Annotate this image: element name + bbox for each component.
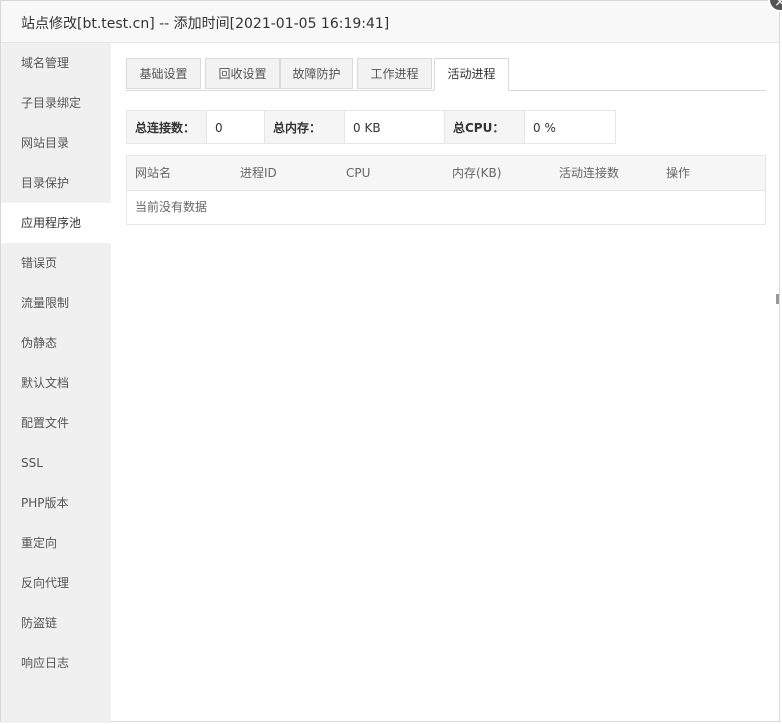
- tab-bar: 基础设置 回收设置 故障防护 工作进程 活动进程: [126, 58, 766, 91]
- sidebar-item-config-file[interactable]: 配置文件: [1, 403, 111, 443]
- sidebar-item-traffic-limit[interactable]: 流量限制: [1, 283, 111, 323]
- table-header: 网站名 进程ID CPU 内存(KB) 活动连接数 操作: [127, 156, 765, 191]
- sidebar-item-ssl[interactable]: SSL: [1, 443, 111, 483]
- column-header-cpu[interactable]: CPU: [346, 156, 370, 190]
- sidebar-item-response-log[interactable]: 响应日志: [1, 643, 111, 683]
- main-panel: 基础设置 回收设置 故障防护 工作进程 活动进程 总连接数： 0 总内存： 0 …: [111, 43, 779, 723]
- sidebar-item-directory-protection[interactable]: 目录保护: [1, 163, 111, 203]
- sidebar-item-hotlink-protection[interactable]: 防盗链: [1, 603, 111, 643]
- sidebar-item-php-version[interactable]: PHP版本: [1, 483, 111, 523]
- column-header-process-id[interactable]: 进程ID: [240, 156, 277, 190]
- total-memory-label: 总内存：: [264, 110, 345, 144]
- total-cpu-value: 0 %: [524, 110, 616, 144]
- tab-recycle-settings[interactable]: 回收设置: [205, 58, 280, 89]
- sidebar-item-app-pool[interactable]: 应用程序池: [1, 203, 111, 243]
- total-connections-value: 0: [206, 110, 265, 144]
- sidebar-item-subdirectory-binding[interactable]: 子目录绑定: [1, 83, 111, 123]
- total-connections-label: 总连接数：: [126, 110, 207, 144]
- sidebar-item-rewrite[interactable]: 伪静态: [1, 323, 111, 363]
- sidebar-item-default-document[interactable]: 默认文档: [1, 363, 111, 403]
- column-header-memory[interactable]: 内存(KB): [452, 156, 501, 190]
- total-cpu-label: 总CPU：: [444, 110, 525, 144]
- tab-worker-processes[interactable]: 工作进程: [357, 58, 432, 89]
- column-header-site-name[interactable]: 网站名: [135, 156, 171, 190]
- tab-basic-settings[interactable]: 基础设置: [126, 58, 201, 89]
- empty-state-message: 当前没有数据: [135, 200, 208, 214]
- column-header-actions[interactable]: 操作: [666, 156, 690, 190]
- sidebar-item-domain-management[interactable]: 域名管理: [1, 43, 111, 83]
- sidebar-item-error-pages[interactable]: 错误页: [1, 243, 111, 283]
- sidebar-item-redirect[interactable]: 重定向: [1, 523, 111, 563]
- dialog-title: 站点修改[bt.test.cn] -- 添加时间[2021-01-05 16:1…: [21, 16, 390, 32]
- tab-fault-protection[interactable]: 故障防护: [280, 58, 353, 89]
- total-memory-value: 0 KB: [344, 110, 445, 144]
- sidebar-item-reverse-proxy[interactable]: 反向代理: [1, 563, 111, 603]
- tab-active-processes[interactable]: 活动进程: [434, 58, 509, 91]
- sidebar: 域名管理 子目录绑定 网站目录 目录保护 应用程序池 错误页 流量限制 伪静态 …: [1, 43, 111, 723]
- column-header-active-connections[interactable]: 活动连接数: [559, 156, 619, 190]
- sidebar-item-site-directory[interactable]: 网站目录: [1, 123, 111, 163]
- process-table: 网站名 进程ID CPU 内存(KB) 活动连接数 操作 当前没有数据: [126, 155, 766, 225]
- dialog-titlebar[interactable]: 站点修改[bt.test.cn] -- 添加时间[2021-01-05 16:1…: [1, 1, 779, 43]
- resize-handle[interactable]: [776, 294, 779, 304]
- site-edit-dialog: 站点修改[bt.test.cn] -- 添加时间[2021-01-05 16:1…: [0, 0, 780, 723]
